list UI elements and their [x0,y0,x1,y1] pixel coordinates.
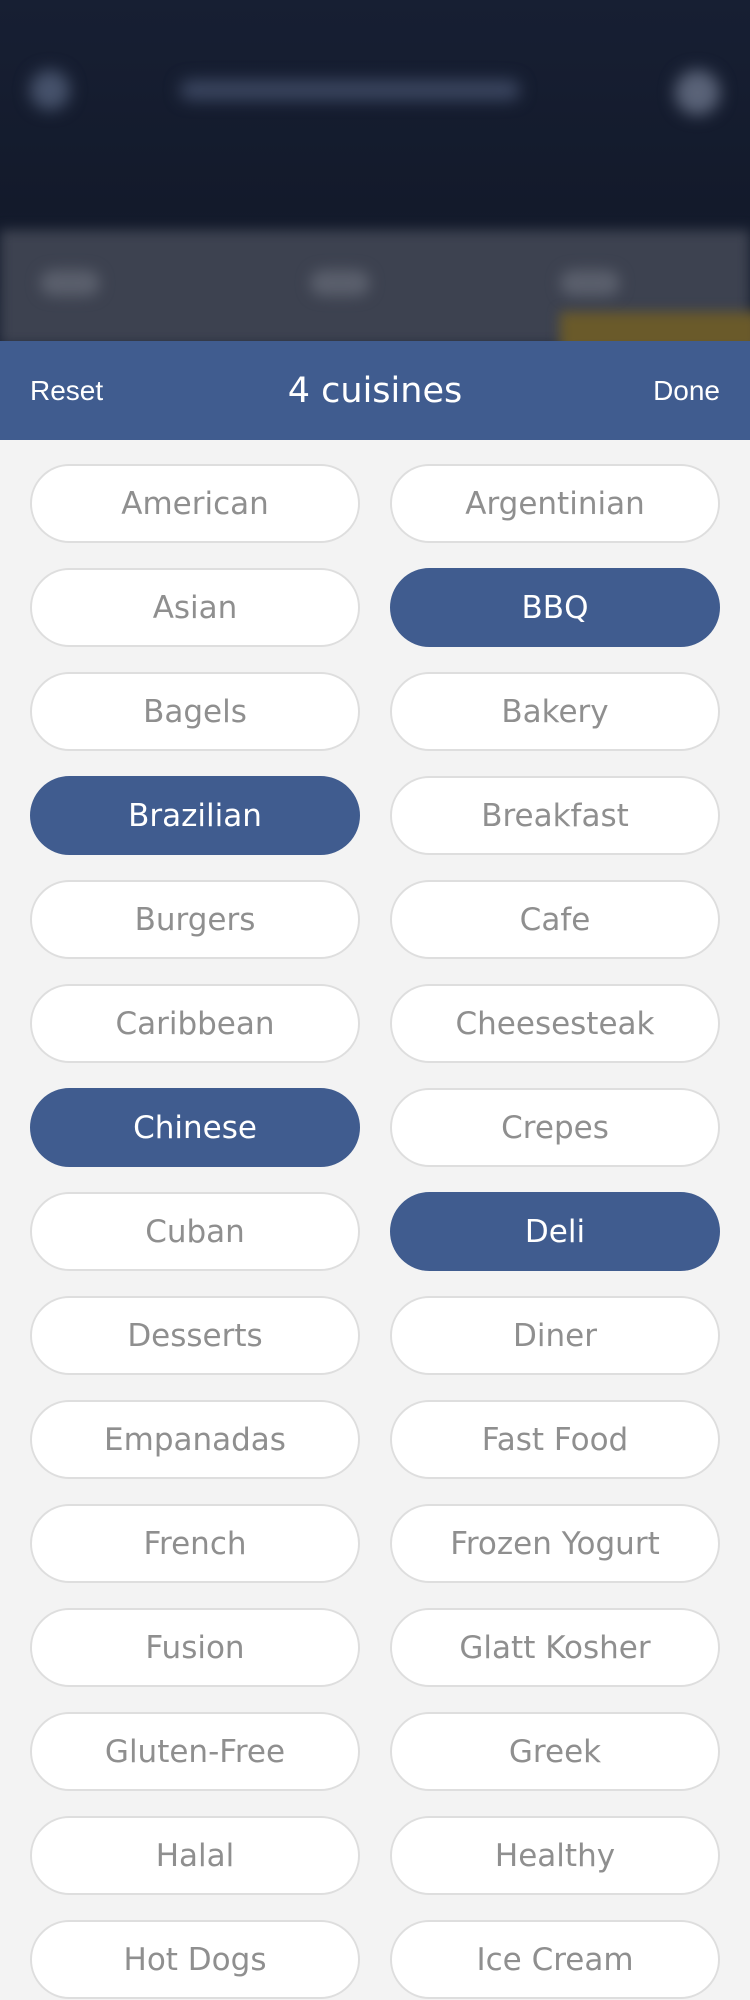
cuisine-option-caribbean[interactable]: Caribbean [30,984,360,1063]
background-header-blurred [0,0,750,230]
cuisine-option-bagels[interactable]: Bagels [30,672,360,751]
cuisine-option-brazilian[interactable]: Brazilian [30,776,360,855]
cuisine-option-fusion[interactable]: Fusion [30,1608,360,1687]
cuisine-option-asian[interactable]: Asian [30,568,360,647]
cuisine-option-crepes[interactable]: Crepes [390,1088,720,1167]
done-button[interactable]: Done [630,375,720,407]
cuisine-option-bakery[interactable]: Bakery [390,672,720,751]
cuisine-filter-header: Reset 4 cuisines Done [0,341,750,440]
cuisine-option-greek[interactable]: Greek [390,1712,720,1791]
background-menu-icon [30,70,70,110]
background-tab-spot [560,270,620,296]
background-profile-icon [675,70,720,115]
cuisine-option-deli[interactable]: Deli [390,1192,720,1271]
cuisine-option-burgers[interactable]: Burgers [30,880,360,959]
cuisine-option-frozen-yogurt[interactable]: Frozen Yogurt [390,1504,720,1583]
cuisine-option-fast-food[interactable]: Fast Food [390,1400,720,1479]
cuisine-option-breakfast[interactable]: Breakfast [390,776,720,855]
reset-button[interactable]: Reset [30,375,120,407]
cuisine-option-cuban[interactable]: Cuban [30,1192,360,1271]
cuisine-option-cheesesteak[interactable]: Cheesesteak [390,984,720,1063]
cuisine-option-diner[interactable]: Diner [390,1296,720,1375]
cuisine-option-healthy[interactable]: Healthy [390,1816,720,1895]
cuisine-option-desserts[interactable]: Desserts [30,1296,360,1375]
cuisine-option-empanadas[interactable]: Empanadas [30,1400,360,1479]
cuisine-option-chinese[interactable]: Chinese [30,1088,360,1167]
background-tab-spot [40,270,100,296]
cuisine-option-argentinian[interactable]: Argentinian [390,464,720,543]
cuisine-option-ice-cream[interactable]: Ice Cream [390,1920,720,1999]
cuisine-option-glatt-kosher[interactable]: Glatt Kosher [390,1608,720,1687]
cuisine-option-bbq[interactable]: BBQ [390,568,720,647]
background-title-blurred [180,80,520,100]
cuisine-grid: American Argentinian Asian BBQ Bagels Bakery B… [30,464,720,1999]
cuisine-option-american[interactable]: American [30,464,360,543]
cuisine-option-hot-dogs[interactable]: Hot Dogs [30,1920,360,1999]
cuisine-option-french[interactable]: French [30,1504,360,1583]
background-tab-spot [310,270,370,296]
cuisine-option-cafe[interactable]: Cafe [390,880,720,959]
cuisine-option-gluten-free[interactable]: Gluten-Free [30,1712,360,1791]
cuisine-option-halal[interactable]: Halal [30,1816,360,1895]
background-app-blurred [0,0,750,345]
